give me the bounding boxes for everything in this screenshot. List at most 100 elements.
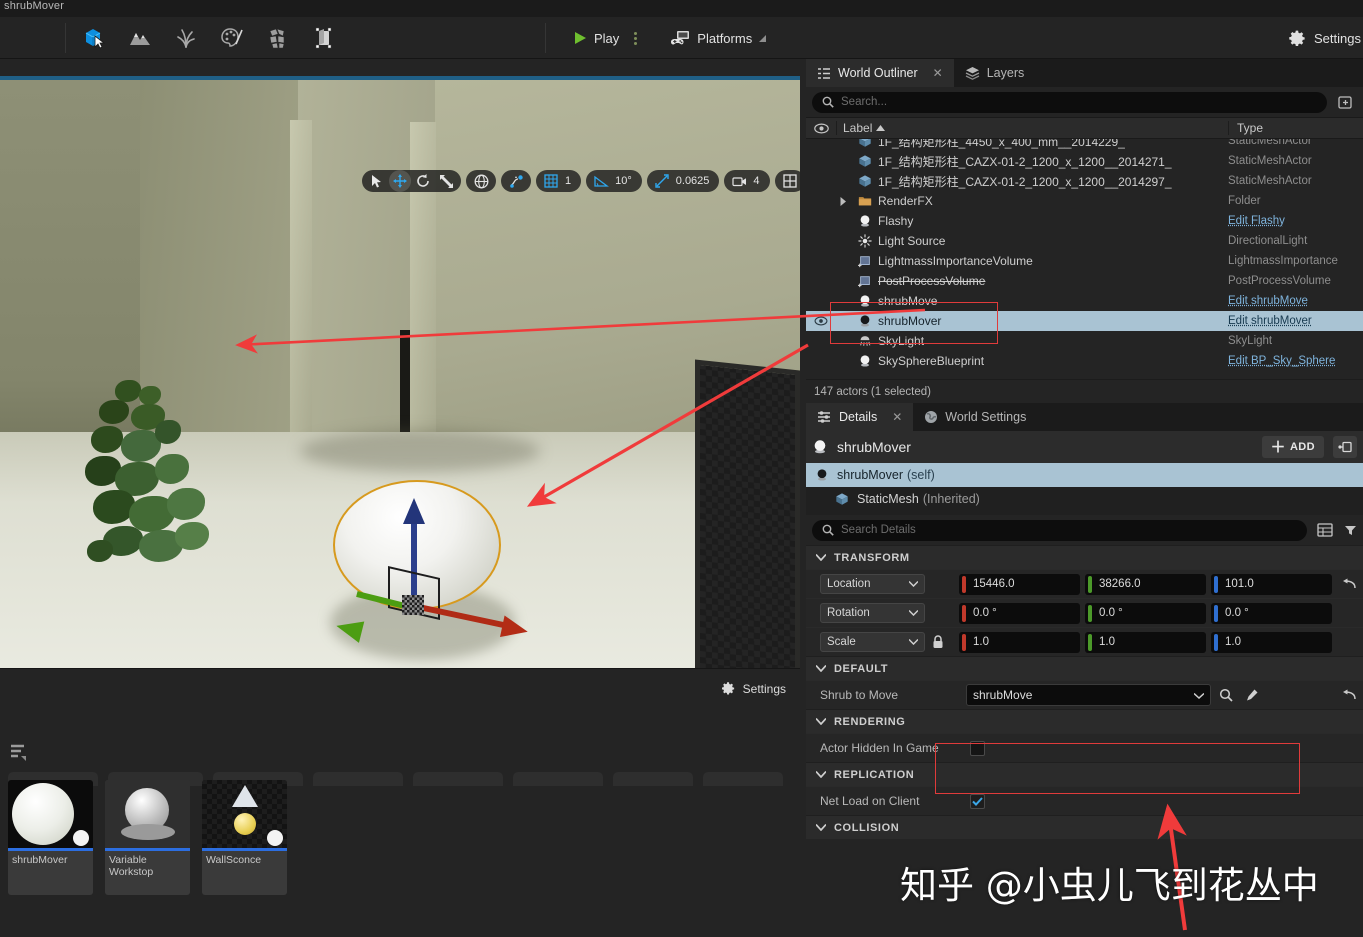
reset-to-default-icon[interactable] — [1335, 689, 1363, 701]
landscape-mode-button[interactable] — [126, 24, 154, 52]
row-edit-link[interactable]: Edit shrubMove — [1228, 295, 1363, 307]
outliner-row[interactable]: shrubMover Edit shrubMover — [806, 311, 1363, 331]
mesh-paint-mode-button[interactable] — [218, 24, 246, 52]
asset-tile[interactable]: WallSconce — [202, 780, 287, 895]
vector-component-x[interactable]: 0.0 ° — [959, 602, 1080, 624]
section-header[interactable]: RENDERING — [806, 709, 1363, 733]
tab-layers[interactable]: Layers — [954, 59, 1036, 87]
camera-icon[interactable] — [728, 170, 750, 192]
blueprint-edit-button[interactable] — [1333, 436, 1357, 458]
scale-lock-icon[interactable] — [925, 635, 951, 649]
eye-icon[interactable] — [814, 316, 828, 326]
surface-snap-button[interactable] — [505, 170, 527, 192]
add-component-button[interactable]: ＋ ADD — [1261, 436, 1324, 458]
details-search-input[interactable] — [841, 524, 1297, 536]
outliner-search-box[interactable] — [812, 91, 1327, 113]
eyedropper-icon[interactable] — [1241, 684, 1263, 706]
object-picker-field[interactable]: shrubMove — [966, 684, 1211, 706]
transform-gizmo[interactable] — [330, 498, 531, 668]
outliner-search-input[interactable] — [841, 96, 1317, 108]
reset-to-default-icon[interactable] — [1335, 578, 1363, 590]
filters-button[interactable] — [10, 744, 34, 764]
select-tool-button[interactable] — [366, 170, 388, 192]
row-edit-link[interactable]: Edit shrubMover — [1228, 315, 1363, 327]
outliner-row[interactable]: PostProcessVolume PostProcessVolume — [806, 271, 1363, 291]
row-visibility-toggle[interactable] — [806, 316, 836, 326]
details-filter-button[interactable] — [1343, 519, 1357, 541]
vector-component-y[interactable]: 0.0 ° — [1085, 602, 1206, 624]
outliner-row[interactable]: 1F_结构矩形柱_CAZX-01-2_1200_x_1200__2014271_… — [806, 151, 1363, 171]
section-header[interactable]: DEFAULT — [806, 656, 1363, 680]
vector-component-z[interactable]: 101.0 — [1211, 573, 1332, 595]
property-checkbox[interactable] — [970, 740, 985, 756]
viewport-layout-pill[interactable] — [774, 170, 800, 192]
outliner-row[interactable]: 1F_结构矩形柱_CAZX-01-2_1200_x_1200__2014297_… — [806, 171, 1363, 191]
camera-speed-pill[interactable]: 4 — [724, 170, 770, 192]
outliner-row[interactable]: shrubMove Edit shrubMove — [806, 291, 1363, 311]
gizmo-z-head[interactable] — [403, 498, 425, 524]
platforms-button[interactable]: Platforms — [662, 26, 774, 50]
asset-tile[interactable]: Variable Workstop — [105, 780, 190, 895]
vector-component-z[interactable]: 1.0 — [1211, 631, 1332, 653]
tab-world-settings[interactable]: World Settings — [913, 403, 1037, 431]
section-header[interactable]: COLLISION — [806, 815, 1363, 839]
gizmo-y-head[interactable] — [333, 615, 365, 643]
angle-snap-pill[interactable]: 10° — [586, 170, 642, 192]
tab-details[interactable]: Details ✕ — [806, 403, 914, 431]
outliner-row[interactable]: Flashy Edit Flashy — [806, 211, 1363, 231]
play-button[interactable]: Play — [566, 26, 625, 50]
component-row[interactable]: shrubMover (self) — [806, 463, 1363, 487]
property-checkbox[interactable] — [970, 793, 985, 809]
editor-settings-button[interactable]: Settings — [1288, 17, 1363, 59]
row-edit-link[interactable]: Edit Flashy — [1228, 215, 1363, 227]
angle-snap-icon[interactable] — [590, 170, 612, 192]
outliner-options-button[interactable] — [1333, 91, 1357, 113]
foliage-mode-button[interactable] — [172, 24, 200, 52]
vector-component-x[interactable]: 15446.0 — [959, 573, 1080, 595]
outliner-row[interactable]: 1F_结构矩形柱_4450_x_400_mm__2014229_ StaticMe… — [806, 139, 1363, 151]
brush-edit-mode-button[interactable] — [310, 24, 338, 52]
scale-tool-button[interactable] — [435, 170, 457, 192]
scale-snap-pill[interactable]: 0.0625 — [646, 170, 720, 192]
row-edit-link[interactable]: Edit BP_Sky_Sphere — [1228, 355, 1363, 367]
outliner-row[interactable]: SkySphereBlueprint Edit BP_Sky_Sphere — [806, 351, 1363, 371]
viewport-layout-icon[interactable] — [779, 170, 800, 192]
component-row[interactable]: StaticMesh (Inherited) — [806, 487, 1363, 511]
close-icon[interactable]: ✕ — [933, 66, 943, 80]
fracture-mode-button[interactable] — [264, 24, 292, 52]
outliner-list[interactable]: 1F_结构矩形柱_4450_x_400_mm__2014229_ StaticMe… — [806, 139, 1363, 379]
transform-mode-dropdown[interactable]: Location — [820, 574, 925, 594]
outliner-row[interactable]: Light Source DirectionalLight — [806, 231, 1363, 251]
select-mode-button[interactable] — [80, 24, 108, 52]
vector-component-x[interactable]: 1.0 — [959, 631, 1080, 653]
section-header[interactable]: REPLICATION — [806, 762, 1363, 786]
grid-snap-icon[interactable] — [540, 170, 562, 192]
asset-tile[interactable]: shrubMover — [8, 780, 93, 895]
vector-component-y[interactable]: 38266.0 — [1085, 573, 1206, 595]
close-icon[interactable]: ✕ — [892, 410, 902, 424]
section-header[interactable]: TRANSFORM — [806, 545, 1363, 569]
column-header-label[interactable]: Label — [836, 121, 1228, 135]
outliner-row[interactable]: SkyLight SkyLight — [806, 331, 1363, 351]
browse-to-asset-icon[interactable] — [1215, 684, 1237, 706]
tab-world-outliner[interactable]: World Outliner ✕ — [806, 59, 954, 87]
gizmo-x-head[interactable] — [499, 615, 531, 643]
details-view-options-button[interactable] — [1313, 519, 1337, 541]
scale-snap-icon[interactable] — [651, 170, 673, 192]
outliner-row[interactable]: RenderFX Folder — [806, 191, 1363, 211]
details-search-box[interactable] — [812, 519, 1307, 541]
chevron-right-icon[interactable] — [836, 194, 851, 209]
transform-mode-dropdown[interactable]: Scale — [820, 632, 925, 652]
component-list[interactable]: shrubMover (self) StaticMesh (Inherited) — [806, 463, 1363, 515]
rotate-tool-button[interactable] — [412, 170, 434, 192]
grid-snap-pill[interactable]: 1 — [536, 170, 582, 192]
transform-mode-dropdown[interactable]: Rotation — [820, 603, 925, 623]
viewport-settings-button[interactable]: Settings — [715, 677, 792, 700]
gizmo-center[interactable] — [402, 595, 424, 615]
vector-component-z[interactable]: 0.0 ° — [1211, 602, 1332, 624]
column-header-type[interactable]: Type — [1228, 121, 1363, 135]
vector-component-y[interactable]: 1.0 — [1085, 631, 1206, 653]
play-options-button[interactable] — [629, 28, 642, 49]
outliner-row[interactable]: LightmassImportanceVolume LightmassImport… — [806, 251, 1363, 271]
world-coords-button[interactable] — [470, 170, 492, 192]
